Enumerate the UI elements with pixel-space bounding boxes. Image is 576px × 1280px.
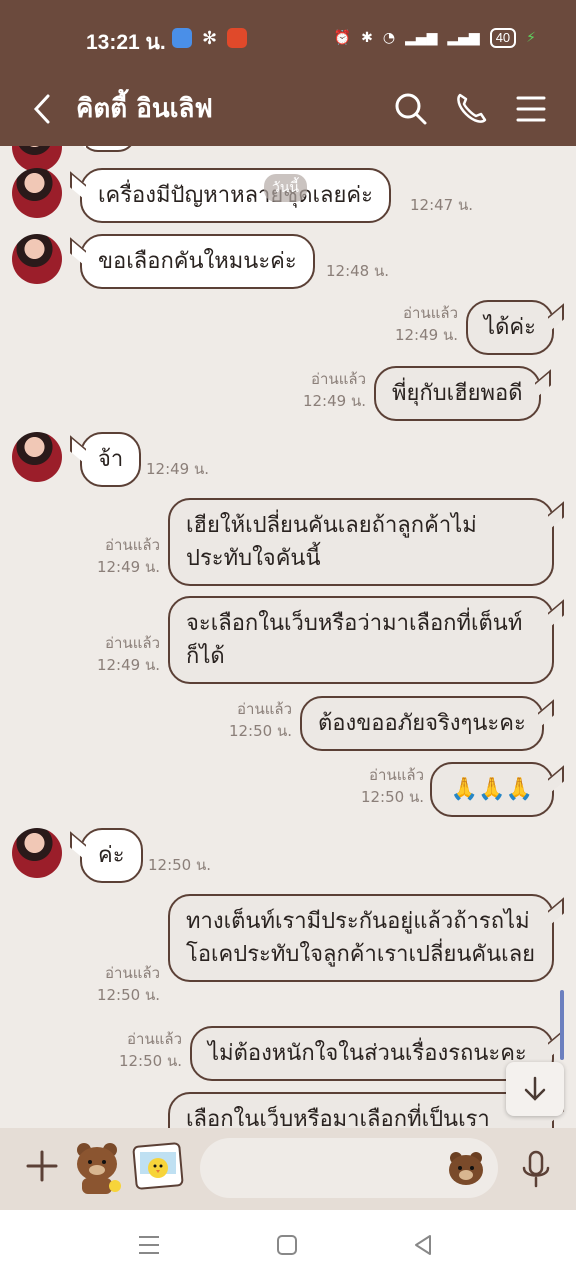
message-time: 12:49 น. <box>96 558 160 576</box>
chat-header: คิตตี้ อินเลิฟ <box>0 74 576 146</box>
shop-notification-icon <box>227 28 248 48</box>
chat-title: คิตตี้ อินเลิฟ <box>76 94 213 124</box>
message-text: 🙏🙏🙏 <box>450 777 534 802</box>
partial-bubble[interactable] <box>80 146 136 152</box>
message-time: 12:50 น. <box>96 986 160 1004</box>
message-bubble-in[interactable]: จ้า <box>80 432 142 487</box>
message-bubble-out[interactable]: 🙏🙏🙏 <box>430 762 554 817</box>
message-bubble-in[interactable]: ค่ะ <box>80 828 143 883</box>
message-time: 12:49 น. <box>394 326 458 344</box>
message-meta: อ่านแล้ว 12:50 น. <box>102 1028 182 1072</box>
sally-chick-sticker-icon[interactable] <box>132 1140 184 1192</box>
message-text: เครื่องมีปัญหาหลายชุดเลยค่ะ <box>98 183 373 208</box>
message-meta: อ่านแล้ว 12:50 น. <box>80 962 160 1006</box>
status-bar: 13:21 น. ✻ ⏰ ✱ ◔ ▂▄▆ ▂▄▆ 40 ⚡ <box>0 0 576 74</box>
read-receipt: อ่านแล้ว <box>237 700 292 718</box>
status-time: 13:21 น. <box>86 31 166 54</box>
message-time: 12:49 น. <box>302 392 366 410</box>
charging-icon: ⚡ <box>526 30 536 46</box>
signal-2-icon: ▂▄▆ <box>447 30 480 46</box>
back-arrow-icon[interactable] <box>26 86 66 132</box>
message-bubble-out[interactable]: พี่ยุกับเฮียพอดี <box>374 366 541 421</box>
emoji-sticker-icon[interactable] <box>446 1148 486 1188</box>
recent-apps-icon[interactable] <box>136 1232 162 1258</box>
message-time: 12:50 น. <box>360 788 424 806</box>
phone-call-icon[interactable] <box>448 86 494 132</box>
message-input[interactable] <box>200 1138 498 1198</box>
message-text: เฮียให้เปลี่ยนคันเลยถ้าลูกค้าไม่ประทับใจ… <box>186 513 477 571</box>
message-time: 12:49 น. <box>96 656 160 674</box>
message-text: ทางเต็นท์เรามีประกันอยู่แล้วถ้ารถไม่โอเค… <box>186 909 536 967</box>
contact-avatar[interactable] <box>12 168 62 218</box>
back-nav-icon[interactable] <box>410 1232 436 1258</box>
alarm-icon: ⏰ <box>333 30 352 46</box>
message-text: จะเลือกในเว็บหรือว่ามาเลือกที่เต็นท์ก็ได… <box>186 611 523 669</box>
message-text: พี่ยุกับเฮียพอดี <box>392 381 523 406</box>
message-bubble-out[interactable]: จะเลือกในเว็บหรือว่ามาเลือกที่เต็นท์ก็ได… <box>168 596 554 684</box>
brown-bear-sticker-icon[interactable] <box>70 1140 122 1194</box>
menu-icon[interactable] <box>508 86 554 132</box>
read-receipt: อ่านแล้ว <box>105 964 160 982</box>
message-bubble-in[interactable]: เครื่องมีปัญหาหลายชุดเลยค่ะ <box>80 168 391 223</box>
message-bubble-out[interactable]: เฮียให้เปลี่ยนคันเลยถ้าลูกค้าไม่ประทับใจ… <box>168 498 554 586</box>
message-bubble-in[interactable]: ขอเลือกคันใหมนะค่ะ <box>80 234 315 289</box>
message-meta: อ่านแล้ว 12:49 น. <box>380 302 458 346</box>
chat-message-list[interactable]: เครื่องมีปัญหาหลายชุดเลยค่ะ วันนี้ 12:47… <box>0 146 576 1128</box>
plus-icon[interactable] <box>22 1146 62 1186</box>
message-text: จ้า <box>98 447 124 472</box>
message-text: ค่ะ <box>98 843 125 868</box>
message-bubble-out[interactable]: ไม่ต้องหนักใจในส่วนเรื่องรถนะคะ <box>190 1026 554 1081</box>
search-icon[interactable] <box>388 86 434 132</box>
fan-notification-icon: ✻ <box>202 28 218 49</box>
home-icon[interactable] <box>274 1232 300 1258</box>
date-chip-today: วันนี้ <box>264 174 308 202</box>
message-text: ไม่ต้องหนักใจในส่วนเรื่องรถนะคะ <box>208 1041 527 1066</box>
message-text: ขอเลือกคันใหมนะค่ะ <box>98 249 297 274</box>
message-time: 12:50 น. <box>148 856 212 874</box>
notification-icons: ✻ <box>172 28 248 49</box>
read-receipt: อ่านแล้ว <box>369 766 424 784</box>
message-bubble-out[interactable]: ได้ค่ะ <box>466 300 554 355</box>
battery-icon: 40 <box>489 28 517 48</box>
read-receipt: อ่านแล้ว <box>127 1030 182 1048</box>
microphone-icon[interactable] <box>516 1148 556 1190</box>
message-meta: อ่านแล้ว 12:50 น. <box>344 764 424 808</box>
message-time: 12:50 น. <box>228 722 292 740</box>
scroll-to-bottom-button[interactable] <box>506 1062 564 1116</box>
contact-avatar[interactable] <box>12 234 62 284</box>
message-bubble-out[interactable]: เลือกในเว็บหรือมาเลือกที่เป็นเรา <box>168 1092 554 1128</box>
contact-avatar[interactable] <box>12 432 62 482</box>
message-time: 12:47 น. <box>410 196 474 214</box>
message-bubble-out[interactable]: ทางเต็นท์เรามีประกันอยู่แล้วถ้ารถไม่โอเค… <box>168 894 554 982</box>
message-time: 12:48 น. <box>326 262 390 280</box>
message-time: 12:49 น. <box>146 460 210 478</box>
arrow-down-icon <box>524 1076 546 1101</box>
message-meta: อ่านแล้ว 12:50 น. <box>212 698 292 742</box>
signal-icon: ▂▄▆ <box>405 30 438 46</box>
bluetooth-icon: ✱ <box>361 30 373 46</box>
system-status-icons: ⏰ ✱ ◔ ▂▄▆ ▂▄▆ 40 ⚡ <box>334 28 536 48</box>
message-composer <box>0 1128 576 1210</box>
message-meta: อ่านแล้ว 12:49 น. <box>288 368 366 412</box>
app-notification-icon <box>172 28 192 48</box>
scrollbar[interactable] <box>560 990 564 1060</box>
wifi-icon: ◔ <box>382 30 396 46</box>
contact-avatar[interactable] <box>12 828 62 878</box>
message-text: ต้องขออภัยจริงๆนะคะ <box>318 711 526 736</box>
message-meta: อ่านแล้ว 12:49 น. <box>80 534 160 578</box>
message-meta: อ่านแล้ว 12:49 น. <box>80 632 160 676</box>
message-time: 12:50 น. <box>118 1052 182 1070</box>
read-receipt: อ่านแล้ว <box>403 304 458 322</box>
read-receipt: อ่านแล้ว <box>105 536 160 554</box>
message-text: เลือกในเว็บหรือมาเลือกที่เป็นเรา <box>186 1107 490 1128</box>
message-bubble-out[interactable]: ต้องขออภัยจริงๆนะคะ <box>300 696 544 751</box>
read-receipt: อ่านแล้ว <box>105 634 160 652</box>
read-receipt: อ่านแล้ว <box>311 370 366 388</box>
message-text: ได้ค่ะ <box>484 315 536 340</box>
system-navigation-bar <box>0 1210 576 1280</box>
